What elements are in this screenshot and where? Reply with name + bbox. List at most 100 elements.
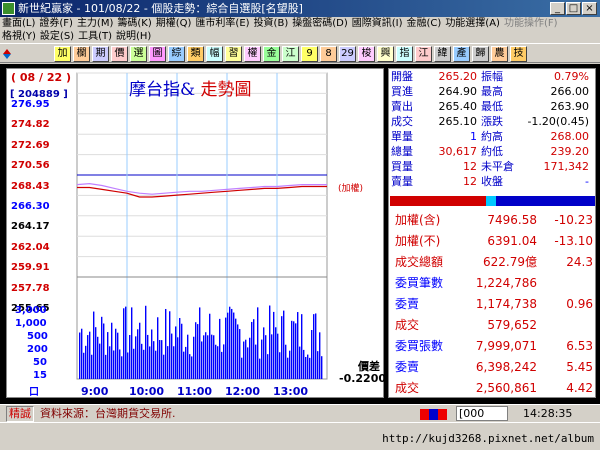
menu2-item-3[interactable]: 說明(H) — [114, 30, 153, 43]
broker-label: 精誠 — [6, 406, 34, 422]
quote-key: 賣量 — [391, 175, 413, 188]
status-bar: 精誠 資料來源：台灣期貨交易所. [000 14:28:35 — [0, 404, 600, 422]
toolbar-button-0[interactable]: 加 — [54, 46, 71, 62]
volume-tick-label: 200 — [27, 344, 48, 355]
volume-bar — [115, 328, 117, 379]
toolbar-button-20[interactable]: 緯 — [434, 46, 451, 62]
menu-item-3[interactable]: 籌碼(K) — [115, 17, 153, 30]
quote-value: 265.10 — [438, 115, 478, 128]
volume-bar — [231, 308, 233, 379]
intraday-chart-panel[interactable]: ( 08 / 22 ) [ 204889 ] 摩台指& 走勢圖 276.95 27… — [6, 68, 387, 398]
menu-item-2[interactable]: 主力(M) — [75, 17, 115, 30]
volume-bar — [173, 346, 175, 379]
toolbar-button-12[interactable]: 江 — [282, 46, 299, 62]
main-area: ( 08 / 22 ) [ 204889 ] 摩台指& 走勢圖 276.95 27… — [0, 64, 600, 404]
volume-bar — [165, 308, 167, 379]
stat-key: 委買筆數 — [395, 276, 444, 290]
volume-bar — [225, 317, 227, 379]
quote-value: 263.90 — [550, 100, 590, 113]
volume-bar — [97, 336, 99, 379]
toolbar-button-4[interactable]: 選 — [130, 46, 147, 62]
toolbar-button-13[interactable]: 9 — [301, 46, 318, 62]
toolbar-button-24[interactable]: 技 — [510, 46, 527, 62]
quote-key: 未平倉 — [481, 160, 514, 173]
volume-bar — [135, 336, 137, 379]
volume-bar — [139, 322, 141, 379]
volume-bar — [295, 323, 297, 379]
menu-item-6[interactable]: 投資(B) — [252, 17, 291, 30]
volume-bar — [241, 357, 243, 379]
clock: 14:28:35 — [523, 407, 573, 420]
toolbar-arrow-icon[interactable] — [2, 47, 12, 61]
stat-row: 委買張數 7,999,071 6.53 — [389, 335, 597, 357]
volume-bar — [117, 332, 119, 379]
toolbar-button-9[interactable]: 習 — [225, 46, 242, 62]
volume-bar — [145, 305, 147, 379]
menu-item-10[interactable]: 功能選擇(A) — [443, 17, 502, 30]
menu2-item-2[interactable]: 工具(T) — [76, 30, 114, 43]
volume-bar — [121, 356, 123, 379]
volume-bar — [89, 331, 91, 379]
volume-bar — [209, 313, 211, 379]
menu-item-9[interactable]: 金融(C) — [405, 17, 444, 30]
stat-change: -10.23 — [554, 213, 593, 227]
volume-bar — [321, 356, 323, 379]
menu-item-11[interactable]: 功能操作(F) — [502, 17, 560, 30]
toolbar-button-17[interactable]: 興 — [377, 46, 394, 62]
minimize-button[interactable]: _ — [550, 2, 565, 15]
menu-item-7[interactable]: 操盤密碼(D) — [290, 17, 350, 30]
volume-bar — [235, 318, 237, 379]
toolbar-button-23[interactable]: 農 — [491, 46, 508, 62]
toolbar-button-6[interactable]: 綜 — [168, 46, 185, 62]
volume-bar — [85, 345, 87, 379]
stat-row: 成交 579,652 — [389, 314, 597, 336]
quote-value: 265.20 — [438, 70, 478, 83]
toolbar-button-10[interactable]: 權 — [244, 46, 261, 62]
toolbar-button-11[interactable]: 金 — [263, 46, 280, 62]
volume-bar — [175, 326, 177, 379]
maximize-button[interactable]: □ — [566, 2, 581, 15]
toolbar-button-1[interactable]: 欄 — [73, 46, 90, 62]
toolbar-button-19[interactable]: 江 — [415, 46, 432, 62]
volume-bar — [271, 334, 273, 379]
toolbar-button-3[interactable]: 價 — [111, 46, 128, 62]
volume-bar — [193, 336, 195, 379]
quote-row: 買量 12 未平倉 171,342 — [389, 161, 597, 173]
quote-value: 268.00 — [550, 130, 590, 143]
menu-item-1[interactable]: 證券(F) — [37, 17, 75, 30]
menu-item-5[interactable]: 匯市利率(E) — [193, 17, 251, 30]
menu-item-8[interactable]: 國際資訊(I) — [350, 17, 405, 30]
volume-bar — [95, 327, 97, 379]
volume-bar — [315, 313, 317, 379]
toolbar-button-14[interactable]: 8 — [320, 46, 337, 62]
volume-bar — [169, 311, 171, 379]
volume-bar — [275, 327, 277, 379]
menu-item-4[interactable]: 期權(Q) — [154, 17, 194, 30]
toolbar-button-5[interactable]: 圖 — [149, 46, 166, 62]
toolbar-button-16[interactable]: 梭 — [358, 46, 375, 62]
volume-bar — [293, 321, 295, 379]
menu2-item-1[interactable]: 設定(S) — [38, 30, 76, 43]
toolbar-button-22[interactable]: 歸 — [472, 46, 489, 62]
menu2-item-0[interactable]: 格視(Y) — [0, 30, 38, 43]
volume-bar — [281, 316, 283, 379]
toolbar-button-18[interactable]: 指 — [396, 46, 413, 62]
volume-bar — [127, 352, 129, 379]
toolbar-button-21[interactable]: 產 — [453, 46, 470, 62]
toolbar-button-15[interactable]: 29 — [339, 46, 356, 62]
time-tick-label: 12:00 — [225, 385, 261, 398]
title-bar: 新世紀贏家 - 101/08/22 - 個股走勢：綜合自選股[名望股] _ □ … — [0, 0, 600, 17]
volume-bar — [191, 356, 193, 379]
toolbar-button-2[interactable]: 期 — [92, 46, 109, 62]
volume-bar — [183, 351, 185, 379]
close-button[interactable]: × — [582, 2, 597, 15]
toolbar-button-8[interactable]: 幅 — [206, 46, 223, 62]
toolbar-button-7[interactable]: 類 — [187, 46, 204, 62]
volume-bar — [109, 346, 111, 379]
app-icon — [2, 2, 15, 15]
spread-value: -0.2200 — [339, 372, 387, 385]
quote-summary: 開盤 265.20 振幅 0.79% 買進 264.90 最高 266.00 賣出 265.40 最… — [389, 69, 597, 193]
code-input[interactable]: [000 — [456, 406, 508, 421]
menu-item-0[interactable]: 畫面(L) — [0, 17, 37, 30]
quote-key: 約低 — [481, 145, 503, 158]
